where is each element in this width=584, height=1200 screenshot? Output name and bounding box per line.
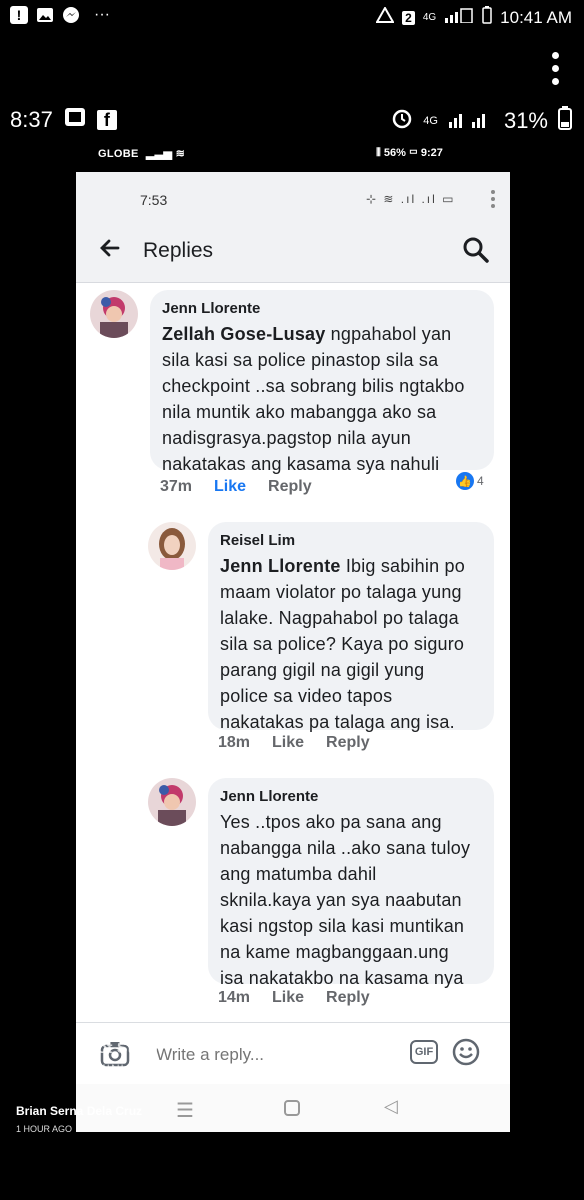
warning-icon	[375, 5, 395, 28]
gallery-icon	[36, 6, 54, 24]
more-notifications: ···	[94, 6, 110, 23]
mention-link[interactable]: Zellah Gose-Lusay	[162, 324, 325, 344]
third-battery: 56%	[383, 147, 406, 159]
comment-time: 14m	[218, 989, 251, 1006]
signal-icon	[444, 7, 474, 28]
outer-clock: 10:41 AM	[500, 7, 572, 27]
avatar[interactable]	[148, 522, 196, 570]
comment-time: 18m	[218, 734, 251, 751]
outer-status-right: 2 4G 10:41 AM	[375, 5, 572, 29]
watermark-app: Nhot Strep	[76, 1040, 158, 1057]
like-button[interactable]: Like	[214, 478, 246, 496]
comment-author[interactable]: Reisel Lim	[220, 532, 482, 549]
poster-time: 1 HOUR AGO	[16, 1124, 73, 1134]
reply-button[interactable]: Reply	[326, 734, 370, 752]
comment-bubble[interactable]: Reisel Lim Jenn Llorente Ibig sabihin po…	[208, 522, 494, 732]
inner-status-icons: ⊹ ≋ .ıl .ıl ▭	[366, 192, 456, 206]
facebook-icon: f	[96, 110, 117, 130]
comment-author[interactable]: Jenn Llorente	[162, 300, 482, 317]
avatar[interactable]	[90, 290, 138, 338]
gif-button[interactable]: GIF	[410, 1040, 438, 1064]
alarm-icon	[391, 107, 413, 135]
second-status-right: 4G 31%	[391, 106, 572, 136]
battery-icon	[482, 6, 492, 29]
comment-line: ngpahabol yan	[325, 324, 452, 344]
battery-icon: ▭	[409, 147, 418, 159]
reaction-summary[interactable]: 👍 4	[456, 472, 484, 490]
comment-line: nakatakas pa talaga ang isa.	[220, 712, 455, 732]
arrow-left-icon[interactable]	[98, 236, 122, 267]
vibrate-icon: ⦀	[376, 147, 381, 159]
comment-line: Yes ..tpos ako pa sana ang	[220, 812, 442, 832]
comment-line: nila muntik ako mabangga ako sa	[162, 402, 437, 422]
inner-status-bar: 7:53 ⊹ ≋ .ıl .ıl ▭	[76, 172, 510, 224]
badge: 2	[402, 10, 415, 25]
page-title: Replies	[143, 239, 214, 262]
reaction-count: 4	[477, 474, 484, 488]
comment-author[interactable]: Jenn Llorente	[220, 788, 482, 805]
third-status-right: ⦀ 56% ▭ 9:27	[376, 147, 443, 160]
outer-status-left: ! ···	[10, 6, 110, 24]
app-notification-icon	[63, 106, 87, 134]
messenger-icon	[62, 6, 80, 24]
comment-text: Yes ..tpos ako pa sana ang nabangga nila…	[220, 809, 482, 991]
reply-button[interactable]: Reply	[268, 478, 312, 496]
app-bar: Replies	[76, 224, 510, 283]
reply-button[interactable]: Reply	[326, 989, 370, 1007]
comment-line: parang gigil na gigil yung	[220, 660, 425, 680]
avatar[interactable]	[148, 778, 196, 826]
comment-line: Ibig sabihin po	[340, 556, 465, 576]
comment-line: sila sa police? Kaya po siguro	[220, 634, 465, 654]
phone-screen: 7:53 ⊹ ≋ .ıl .ıl ▭ Replies Jenn Llorente…	[76, 172, 510, 1132]
alert-icon: !	[10, 6, 28, 24]
mention-link[interactable]: Jenn Llorente	[220, 556, 341, 576]
inner-clock: 7:53	[140, 192, 168, 208]
comment-actions: 14m Like Reply	[218, 989, 370, 1007]
comment-line: checkpoint ..sa sobrang bilis ngtakbo	[162, 376, 465, 396]
dual-signal-icon	[448, 108, 494, 134]
comment-line: maam violator po talaga yung	[220, 582, 462, 602]
watermark-time: 16 MINUTES AGO	[76, 1062, 191, 1076]
comment-bubble[interactable]: Jenn Llorente Yes ..tpos ako pa sana ang…	[208, 778, 494, 988]
second-battery: 31%	[503, 108, 548, 133]
network-type: 4G	[422, 12, 437, 23]
inner-overflow-icon[interactable]	[491, 190, 495, 208]
like-button[interactable]: Like	[272, 989, 304, 1007]
comment-line: kasi ngstop sila kasi muntikan	[220, 916, 465, 936]
comment-line: police sa video tapos	[220, 686, 393, 706]
comment-text: Jenn Llorente Ibig sabihin po maam viola…	[220, 553, 482, 735]
comment-actions: 37m Like Reply	[160, 478, 312, 496]
second-clock: 8:37	[10, 107, 53, 132]
comment-line: isa nakatakbo na kasama nya	[220, 968, 464, 988]
carrier: GLOBE	[98, 148, 139, 160]
comment-line: nabangga nila ..ako sana tuloy	[220, 838, 471, 858]
battery-icon	[558, 106, 572, 136]
nav-back-icon[interactable]: ◁	[384, 1096, 398, 1117]
comment-bubble[interactable]: Jenn Llorente Zellah Gose-Lusay ngpahabo…	[150, 290, 494, 474]
comment-text: Zellah Gose-Lusay ngpahabol yan sila kas…	[162, 321, 482, 477]
comment-line: nakatakas ang kasama sya nahuli	[162, 454, 440, 474]
emoji-icon[interactable]	[452, 1038, 480, 1066]
poster-name: Brian Serna Dela Cruz	[16, 1104, 143, 1118]
comment-line: sknila.kaya yan sya naabutan	[220, 890, 462, 910]
home-icon[interactable]	[284, 1100, 300, 1116]
comment-line: sila kasi sa police pinastop sila sa	[162, 350, 439, 370]
third-clock: 9:27	[420, 147, 443, 159]
signal-icon: ▂▃▅ ≋	[145, 148, 186, 160]
second-status-left: 8:37 f	[10, 106, 117, 134]
overflow-menu-icon[interactable]	[552, 52, 560, 85]
like-button[interactable]: Like	[272, 734, 304, 752]
second-network: 4G	[423, 115, 438, 127]
comment-time: 37m	[160, 478, 193, 495]
comment-line: na kame magbanggaan.ung	[220, 942, 449, 962]
like-reaction-icon: 👍	[456, 472, 474, 490]
recent-apps-icon[interactable]: ☰	[176, 1098, 194, 1123]
search-icon[interactable]	[462, 236, 490, 264]
comment-actions: 18m Like Reply	[218, 734, 370, 752]
comment-line: nadisgrasya.pagstop nila ayun	[162, 428, 411, 448]
third-status-left: GLOBE ▂▃▅ ≋	[98, 147, 185, 160]
comment-line: ang matumba dahil	[220, 864, 377, 884]
comment-line: lalake. Nagpahabol po talaga	[220, 608, 459, 628]
